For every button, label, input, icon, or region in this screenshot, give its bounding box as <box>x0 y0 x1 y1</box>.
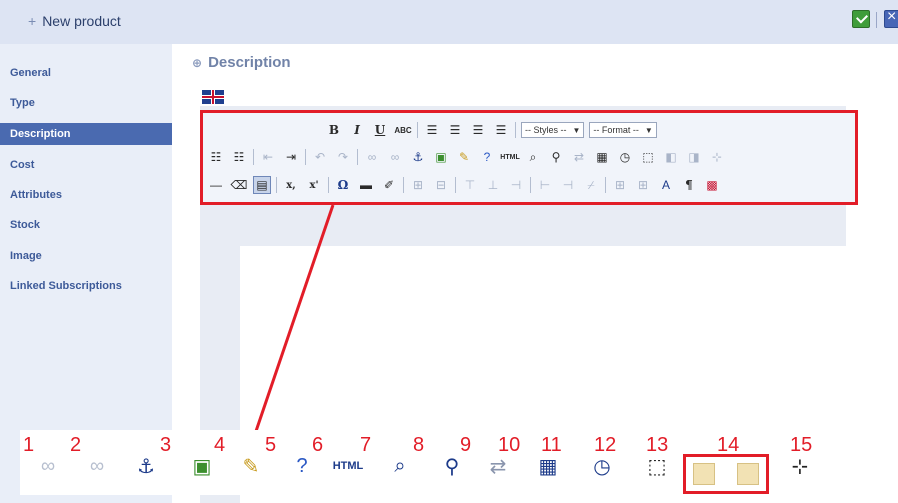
zoomed-toolbar: ∞ 1 ∞ 2 ⚓ 3 ▣ 4 ✎ 5 ? 6 HTML 7 ⌕ 8 ⚲ 9 ⇄… <box>20 430 842 495</box>
label-10: 10 <box>498 434 521 456</box>
label-3: 3 <box>160 434 172 456</box>
cleanup-icon[interactable]: ✎ <box>237 452 265 480</box>
unlink-icon[interactable]: ∞ <box>83 452 111 480</box>
label-1: 1 <box>23 434 35 456</box>
preview-icon[interactable]: ⌕ <box>386 452 414 480</box>
label-11: 11 <box>541 434 562 456</box>
label-2: 2 <box>70 434 82 456</box>
label-13: 13 <box>646 434 669 456</box>
label-6: 6 <box>312 434 324 456</box>
label-9: 9 <box>460 434 472 456</box>
label-5: 5 <box>265 434 277 456</box>
pointer-line-segment <box>252 204 335 438</box>
anchor-icon[interactable]: ⚓ <box>132 452 160 480</box>
move-layer-highlight <box>683 454 769 494</box>
label-7: 7 <box>360 434 372 456</box>
link-icon[interactable]: ∞ <box>34 452 62 480</box>
label-15: 15 <box>790 434 813 456</box>
pointer-line <box>252 204 335 438</box>
image-icon[interactable]: ▣ <box>188 452 216 480</box>
label-4: 4 <box>214 434 226 456</box>
label-8: 8 <box>413 434 425 456</box>
move-backward-icon[interactable] <box>693 463 715 485</box>
label-14: 14 <box>717 434 740 456</box>
html-source-button[interactable]: HTML <box>333 452 364 480</box>
label-12: 12 <box>594 434 617 456</box>
move-forward-icon[interactable] <box>737 463 759 485</box>
